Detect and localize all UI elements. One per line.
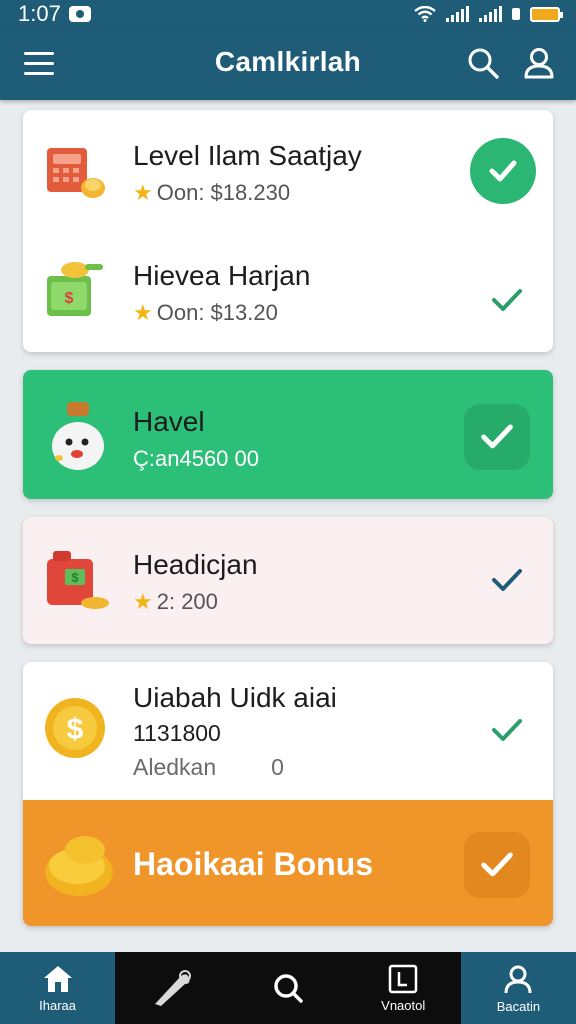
check-icon[interactable] — [489, 282, 525, 318]
app-bar: Camlkirlah — [0, 28, 576, 100]
horn-icon — [154, 970, 191, 1006]
search-icon — [274, 974, 303, 1003]
money-stack-icon: $ — [47, 262, 103, 316]
item-detail: Ç:an4560 00 — [133, 446, 259, 471]
check-icon — [481, 424, 513, 449]
item-note-label: Aledkan — [133, 754, 217, 780]
signal-icon-2 — [479, 6, 502, 22]
item-detail-text: Oon: $13.20 — [156, 300, 278, 325]
wifi-icon — [414, 6, 436, 22]
home-icon — [43, 965, 72, 992]
svg-text:$: $ — [67, 713, 84, 746]
calendar-icon — [388, 964, 418, 993]
item-name: Headicjan — [133, 549, 258, 580]
battery-icon — [530, 6, 563, 22]
item-name: Hievea Harjan — [133, 260, 311, 291]
star-icon: ★ — [133, 180, 153, 205]
star-icon: ★ — [133, 300, 153, 325]
item-detail: ★ 2: 200 — [133, 589, 218, 615]
list-item[interactable]: $ Hievea Harjan ★ Oon: $13.20 — [23, 230, 553, 352]
profile-icon[interactable] — [520, 44, 558, 82]
list-item[interactable]: $ Uiabah Uidk aiai 1131800 Aledkan 0 — [23, 662, 553, 802]
item-detail: ★ Oon: $13.20 — [133, 300, 278, 326]
item-note-value: 0 — [271, 754, 284, 780]
list-item[interactable]: $ Headicjan ★ 2: 200 — [23, 517, 553, 644]
tab-label: Bacatin — [496, 998, 541, 1014]
money-bag-icon — [52, 402, 104, 470]
search-icon[interactable] — [464, 44, 502, 82]
cash-register-icon — [47, 148, 105, 198]
list-item-highlighted[interactable]: Havel Ç:an4560 00 — [23, 370, 553, 499]
gold-coins-icon — [45, 836, 113, 896]
profile-icon — [504, 965, 532, 993]
list-item[interactable]: Level Ilam Saatjay ★ Oon: $18.230 — [23, 110, 553, 230]
tab-home[interactable]: Iharaa — [0, 952, 116, 1024]
star-icon: ★ — [133, 589, 153, 614]
tab-profile[interactable]: Bacatin — [460, 952, 576, 1024]
item-detail-text: 2: 200 — [156, 589, 218, 614]
bonus-item[interactable]: Haoikaai Bonus — [23, 800, 553, 926]
check-square-button[interactable] — [464, 832, 530, 898]
item-card-group: $ Uiabah Uidk aiai 1131800 Aledkan 0 Hao… — [23, 662, 553, 926]
item-detail-text: Oon: $18.230 — [156, 180, 291, 205]
check-icon[interactable] — [489, 712, 525, 748]
tab-horn[interactable] — [115, 952, 231, 1024]
item-name: Level Ilam Saatjay — [133, 140, 362, 171]
item-detail: ★ Oon: $18.230 — [133, 180, 290, 206]
tab-calendar[interactable]: Vnaotol — [345, 952, 461, 1024]
item-note: Aledkan 0 — [133, 754, 284, 781]
bottom-tab-bar: Iharaa Vnaotol Bacatin — [0, 952, 576, 1024]
svg-text:$: $ — [65, 290, 74, 307]
item-name: Uiabah Uidk aiai — [133, 682, 337, 713]
item-amount: 1131800 — [133, 720, 221, 746]
notification-dot-icon — [512, 8, 520, 20]
camera-notification-icon — [68, 6, 91, 22]
check-circle-button[interactable] — [470, 138, 536, 204]
signal-icon — [446, 6, 469, 22]
cash-register-icon: $ — [47, 551, 109, 609]
svg-text:$: $ — [71, 570, 79, 585]
bonus-title: Haoikaai Bonus — [133, 846, 374, 882]
tab-label: Iharaa — [39, 997, 77, 1013]
gear-coin-icon: $ — [45, 698, 105, 758]
status-time: 1:07 — [18, 1, 61, 26]
check-icon[interactable] — [489, 562, 525, 598]
item-card-group: Level Ilam Saatjay ★ Oon: $18.230 $ Hiev… — [23, 110, 553, 352]
check-icon — [481, 852, 513, 877]
tab-label: Vnaotol — [381, 997, 426, 1013]
item-name: Havel — [133, 406, 205, 437]
check-square-button[interactable] — [464, 404, 530, 470]
tab-search[interactable] — [230, 952, 346, 1024]
check-icon — [489, 160, 517, 182]
status-bar: 1:07 — [0, 0, 576, 28]
